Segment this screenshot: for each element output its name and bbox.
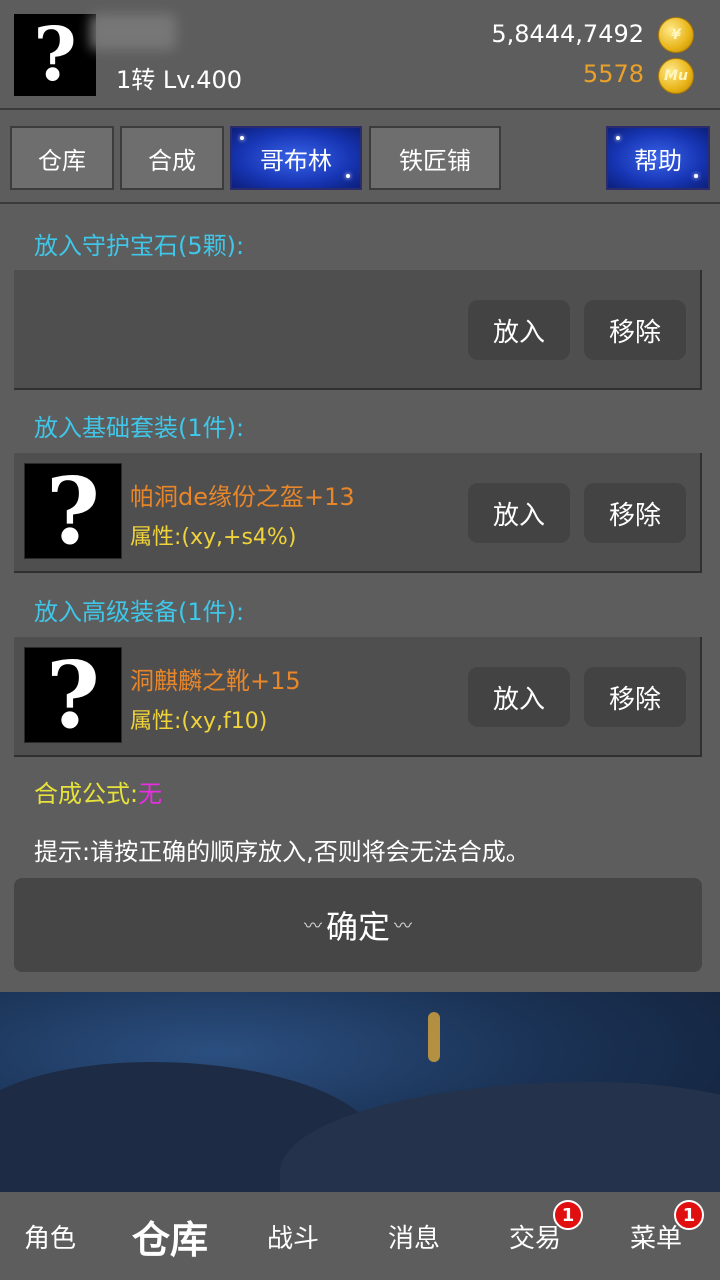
gold-coin-icon: ¥ — [658, 17, 694, 53]
player-name-blurred — [90, 14, 176, 50]
base-set-put-button[interactable]: 放入 — [468, 483, 570, 543]
question-mark-icon: ? — [46, 641, 100, 749]
notification-badge: 1 — [553, 1200, 583, 1230]
advanced-remove-button[interactable]: 移除 — [584, 667, 686, 727]
player-header: ? 1转 Lv.400 5,8444,7492 ¥ 5578 Mu — [0, 0, 720, 110]
synthesis-formula: 合成公式:无 — [34, 774, 162, 809]
nav-label: 交易 — [508, 1223, 561, 1254]
player-avatar[interactable]: ? — [14, 14, 96, 96]
advanced-item-attr: 属性:(xy,f10) — [130, 709, 268, 734]
advanced-slot: ? 洞麒麟之靴+15 属性:(xy,f10) 放入 移除 — [14, 637, 702, 757]
nav-label: 战斗 — [266, 1223, 319, 1254]
bottom-nav: 角色 仓库 战斗 消息 交易 1 菜单 1 — [0, 1192, 720, 1280]
question-mark-icon: ? — [33, 12, 77, 98]
advanced-item-icon[interactable]: ? — [24, 647, 122, 743]
base-set-remove-button[interactable]: 移除 — [584, 483, 686, 543]
nav-trade[interactable]: 交易 1 — [475, 1192, 595, 1280]
background-artwork — [0, 992, 720, 1192]
guard-gem-label: 放入守护宝石(5颗): — [34, 232, 245, 260]
question-mark-icon: ? — [46, 457, 100, 565]
tab-warehouse[interactable]: 仓库 — [10, 126, 114, 190]
base-set-item-name: 帕洞de缘份之盔+13 — [130, 483, 355, 511]
nav-label: 菜单 — [629, 1223, 682, 1254]
ornament-left-icon: 〰 — [303, 916, 322, 937]
base-set-label: 放入基础套装(1件): — [34, 414, 245, 442]
base-set-slot: ? 帕洞de缘份之盔+13 属性:(xy,+s4%) 放入 移除 — [14, 453, 702, 573]
notification-badge: 1 — [674, 1200, 704, 1230]
formula-value: 无 — [138, 780, 163, 808]
guard-gem-put-button[interactable]: 放入 — [468, 300, 570, 360]
tab-bar: 仓库 合成 哥布林 铁匠铺 帮助 — [0, 112, 720, 204]
mu-coin-icon: Mu — [658, 58, 694, 94]
formula-key: 合成公式: — [34, 780, 139, 808]
nav-character[interactable]: 角色 — [0, 1192, 110, 1280]
tab-goblin[interactable]: 哥布林 — [230, 126, 362, 190]
nav-battle[interactable]: 战斗 — [233, 1192, 353, 1280]
nav-label: 消息 — [387, 1223, 440, 1254]
guard-gem-remove-button[interactable]: 移除 — [584, 300, 686, 360]
tab-blacksmith[interactable]: 铁匠铺 — [369, 126, 501, 190]
base-set-item-attr: 属性:(xy,+s4%) — [130, 525, 297, 550]
nav-warehouse[interactable]: 仓库 — [110, 1192, 230, 1280]
confirm-button[interactable]: 〰 确定 〰 — [14, 878, 702, 972]
nav-menu[interactable]: 菜单 1 — [596, 1192, 716, 1280]
advanced-put-button[interactable]: 放入 — [468, 667, 570, 727]
mu-coin-glyph: Mu — [664, 68, 688, 84]
tab-help[interactable]: 帮助 — [606, 126, 710, 190]
torch-glow — [428, 1012, 440, 1062]
advanced-item-name: 洞麒麟之靴+15 — [130, 667, 301, 695]
guard-gem-slot: 放入 移除 — [14, 270, 702, 390]
nav-label: 仓库 — [131, 1217, 208, 1262]
mu-amount: 5578 — [582, 60, 644, 88]
nav-messages[interactable]: 消息 — [354, 1192, 474, 1280]
advanced-label: 放入高级装备(1件): — [34, 598, 245, 626]
ornament-right-icon: 〰 — [394, 916, 412, 937]
tab-synthesis[interactable]: 合成 — [120, 126, 224, 190]
hint-text: 提示:请按正确的顺序放入,否则将会无法合成。 — [34, 838, 530, 866]
gold-amount: 5,8444,7492 — [491, 20, 644, 48]
base-set-item-icon[interactable]: ? — [24, 463, 122, 559]
rock-shape — [280, 1082, 720, 1192]
player-level: 1转 Lv.400 — [116, 66, 243, 94]
gold-coin-glyph: ¥ — [671, 27, 681, 43]
nav-label: 角色 — [23, 1223, 76, 1254]
confirm-label: 确定 — [325, 908, 390, 946]
